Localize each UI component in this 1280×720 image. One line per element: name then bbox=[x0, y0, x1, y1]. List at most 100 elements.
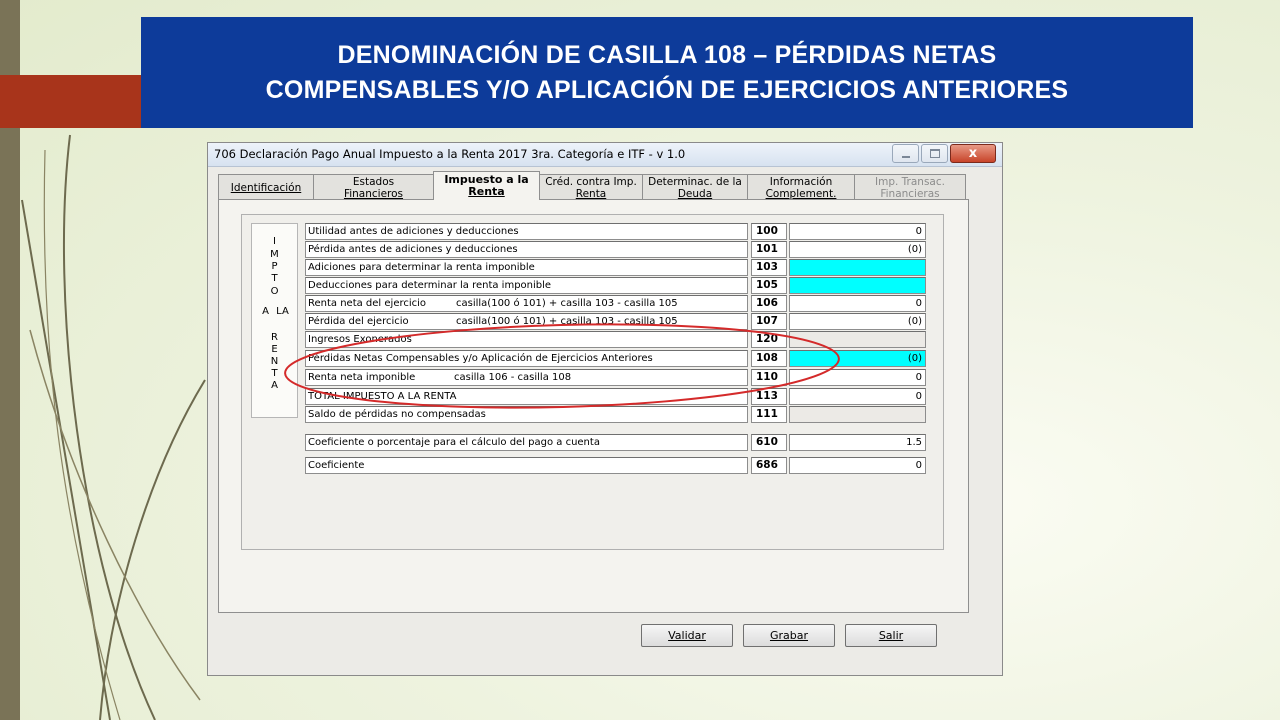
row-description: Renta neta imponible casilla 106 - casil… bbox=[305, 369, 748, 386]
vlabel-char: T bbox=[271, 273, 278, 284]
row-desc-text: Ingresos Exonerados bbox=[308, 334, 412, 345]
row-value-field[interactable]: (0) bbox=[789, 313, 926, 330]
tab-impuesto-renta[interactable]: Impuesto a la Renta bbox=[433, 171, 540, 200]
maximize-button[interactable] bbox=[921, 144, 948, 163]
row-value-field[interactable]: 0 bbox=[789, 295, 926, 312]
row-description: Pérdidas Netas Compensables y/o Aplicaci… bbox=[305, 350, 748, 367]
slide-title-line-2: COMPENSABLES Y/O APLICACIÓN DE EJERCICIO… bbox=[265, 75, 1069, 104]
row-value-field[interactable]: 1.5 bbox=[789, 434, 926, 451]
row-desc-text: Coeficiente o porcentaje para el cálculo… bbox=[308, 437, 600, 448]
window-titlebar: 706 Declaración Pago Anual Impuesto a la… bbox=[208, 143, 1002, 167]
tab-identificacion[interactable]: Identificación bbox=[218, 174, 314, 200]
row-code: 110 bbox=[751, 369, 787, 386]
grabar-button[interactable]: Grabar bbox=[743, 624, 835, 647]
row-value-field[interactable] bbox=[789, 331, 926, 348]
row-value-field[interactable]: (0) bbox=[789, 350, 926, 367]
vlabel-char: A bbox=[271, 380, 278, 391]
row-description: Pérdida del ejercicio casilla(100 ó 101)… bbox=[305, 313, 748, 330]
row-value-field[interactable]: (0) bbox=[789, 241, 926, 258]
row-desc-text: Pérdida del ejercicio bbox=[308, 316, 409, 327]
tab-label-line2: Complement. bbox=[765, 187, 837, 200]
minimize-icon bbox=[901, 155, 910, 158]
tab-label-line2: Deuda bbox=[677, 187, 713, 200]
vlabel-char: LA bbox=[276, 306, 289, 317]
row-desc-text: Adiciones para determinar la renta impon… bbox=[308, 262, 535, 273]
tab-label: Identificación bbox=[230, 181, 302, 194]
window-title: 706 Declaración Pago Anual Impuesto a la… bbox=[214, 147, 686, 161]
tab-page-impuesto-renta: I M P T O A LA R E N T A Utilidad antes … bbox=[218, 199, 969, 613]
row-desc-text: Pérdida antes de adiciones y deducciones bbox=[308, 244, 518, 255]
row-description: Deducciones para determinar la renta imp… bbox=[305, 277, 748, 294]
row-code: 111 bbox=[751, 406, 787, 423]
row-description: TOTAL IMPUESTO A LA RENTA bbox=[305, 388, 748, 405]
row-value-field[interactable] bbox=[789, 277, 926, 294]
button-label: Grabar bbox=[769, 629, 809, 642]
row-desc-text: Coeficiente bbox=[308, 460, 365, 471]
row-formula: casilla(100 ó 101) + casilla 103 - casil… bbox=[456, 316, 678, 327]
vlabel-char: I bbox=[273, 236, 276, 247]
vlabel-char: O bbox=[270, 286, 279, 297]
tab-strip: Identificación Estados Financieros Impue… bbox=[218, 171, 966, 200]
row-value-field[interactable]: 0 bbox=[789, 388, 926, 405]
slide-title-band: DENOMINACIÓN DE CASILLA 108 – PÉRDIDAS N… bbox=[141, 17, 1193, 128]
close-button[interactable]: x bbox=[950, 144, 996, 163]
row-code: 100 bbox=[751, 223, 787, 240]
row-description: Ingresos Exonerados bbox=[305, 331, 748, 348]
row-desc-text: Deducciones para determinar la renta imp… bbox=[308, 280, 552, 291]
row-code: 105 bbox=[751, 277, 787, 294]
tab-estados-financieros[interactable]: Estados Financieros bbox=[313, 174, 434, 200]
slide-title-line-1: DENOMINACIÓN DE CASILLA 108 – PÉRDIDAS N… bbox=[337, 40, 997, 69]
vlabel-char: M bbox=[270, 249, 279, 260]
vertical-label-impto-renta: I M P T O A LA R E N T A bbox=[251, 223, 298, 418]
vlabel-char: N bbox=[270, 356, 279, 367]
vlabel-char: P bbox=[271, 261, 278, 272]
row-formula: casilla(100 ó 101) + casilla 103 - casil… bbox=[456, 298, 678, 309]
button-label: Validar bbox=[668, 629, 706, 642]
tab-imp-transac-financieras[interactable]: Imp. Transac. Financieras bbox=[854, 174, 966, 200]
row-description: Coeficiente bbox=[305, 457, 748, 474]
row-code: 106 bbox=[751, 295, 787, 312]
vlabel-char: T bbox=[271, 368, 278, 379]
row-code: 108 bbox=[751, 350, 787, 367]
row-code: 107 bbox=[751, 313, 787, 330]
tab-label: Determinac. de la bbox=[648, 175, 742, 188]
vlabel-char: R bbox=[271, 332, 278, 343]
tab-label: Estados bbox=[352, 175, 395, 188]
tab-label-line2: Renta bbox=[468, 185, 505, 198]
row-value-field[interactable]: 0 bbox=[789, 223, 926, 240]
row-description: Adiciones para determinar la renta impon… bbox=[305, 259, 748, 276]
impuesto-renta-panel: I M P T O A LA R E N T A Utilidad antes … bbox=[241, 214, 944, 550]
row-desc-text: Renta neta imponible bbox=[308, 372, 416, 383]
tab-label: Créd. contra Imp. bbox=[545, 175, 637, 188]
validar-button[interactable]: Validar bbox=[641, 624, 733, 647]
row-value-field[interactable]: 0 bbox=[789, 457, 926, 474]
salir-button[interactable]: Salir bbox=[845, 624, 937, 647]
row-desc-text: Pérdidas Netas Compensables y/o Aplicaci… bbox=[308, 353, 653, 364]
row-value-field[interactable]: 0 bbox=[789, 369, 926, 386]
row-code: 686 bbox=[751, 457, 787, 474]
button-label: Salir bbox=[878, 629, 904, 642]
row-code: 120 bbox=[751, 331, 787, 348]
tab-label: Información bbox=[769, 175, 833, 188]
row-value-field[interactable] bbox=[789, 406, 926, 423]
row-description: Utilidad antes de adiciones y deduccione… bbox=[305, 223, 748, 240]
vlabel-char: E bbox=[271, 344, 278, 355]
tab-label-line2: Financieros bbox=[343, 187, 404, 200]
tab-determinac-deuda[interactable]: Determinac. de la Deuda bbox=[642, 174, 748, 200]
maximize-icon bbox=[929, 149, 940, 158]
tab-label: Imp. Transac. bbox=[875, 175, 945, 188]
row-desc-text: Utilidad antes de adiciones y deduccione… bbox=[308, 226, 519, 237]
row-value-field[interactable] bbox=[789, 259, 926, 276]
row-desc-text: TOTAL IMPUESTO A LA RENTA bbox=[308, 391, 457, 402]
close-icon: x bbox=[968, 146, 978, 161]
row-formula: casilla 106 - casilla 108 bbox=[454, 372, 572, 383]
row-description: Pérdida antes de adiciones y deducciones bbox=[305, 241, 748, 258]
tab-cred-contra-imp-renta[interactable]: Créd. contra Imp. Renta bbox=[539, 174, 643, 200]
row-description: Coeficiente o porcentaje para el cálculo… bbox=[305, 434, 748, 451]
tab-label-line2: Financieras bbox=[880, 187, 940, 200]
tab-informacion-complement[interactable]: Información Complement. bbox=[747, 174, 855, 200]
tab-label-line2: Renta bbox=[575, 187, 607, 200]
minimize-button[interactable] bbox=[892, 144, 919, 163]
row-description: Renta neta del ejercicio casilla(100 ó 1… bbox=[305, 295, 748, 312]
row-desc-text: Renta neta del ejercicio bbox=[308, 298, 427, 309]
